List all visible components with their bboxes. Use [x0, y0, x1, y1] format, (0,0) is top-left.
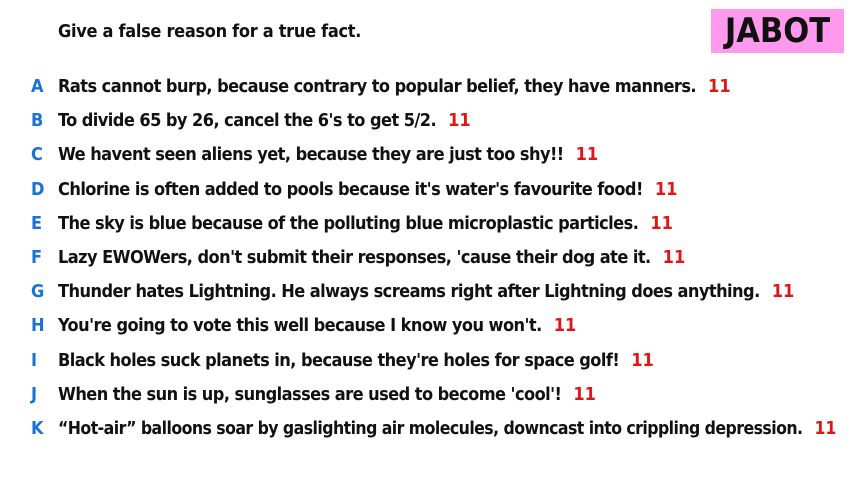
response-text-wrap: Rats cannot burp, because contrary to po… [58, 72, 731, 102]
response-count: 11 [573, 383, 596, 405]
response-letter: E [31, 212, 43, 234]
response-count: 11 [662, 246, 686, 268]
response-text: You're going to vote this well because I… [58, 315, 542, 337]
response-text: To divide 65 by 26, cancel the 6's to ge… [58, 110, 437, 132]
response-row-d: D Chlorine is often added to pools becau… [0, 175, 853, 209]
response-letter: D [31, 178, 45, 200]
response-list: A Rats cannot burp, because contrary to … [0, 72, 853, 448]
response-count: 11 [631, 349, 654, 371]
response-letter: C [31, 144, 43, 166]
prompt-text: Give a false reason for a true fact. [58, 21, 362, 42]
response-text-wrap: “Hot-air” balloons soar by gaslighting a… [58, 414, 836, 444]
response-letter: K [31, 417, 44, 439]
response-text-wrap: Chlorine is often added to pools because… [58, 175, 677, 205]
response-text: “Hot-air” balloons soar by gaslighting a… [58, 418, 803, 439]
response-text: When the sun is up, sunglasses are used … [58, 383, 562, 405]
response-letter: B [31, 110, 44, 132]
response-text-wrap: Thunder hates Lightning. He always screa… [58, 277, 794, 307]
response-text: The sky is blue because of the polluting… [58, 212, 639, 234]
response-row-i: I Black holes suck planets in, because t… [0, 346, 853, 380]
response-text: Black holes suck planets in, because the… [58, 349, 620, 371]
contestant-name-badge: JABOT [711, 9, 844, 53]
response-letter: G [31, 281, 45, 303]
response-count: 11 [814, 418, 837, 439]
response-letter: I [31, 349, 38, 371]
response-letter: H [31, 315, 45, 337]
response-text-wrap: To divide 65 by 26, cancel the 6's to ge… [58, 106, 471, 136]
response-count: 11 [708, 76, 731, 97]
response-text: Chlorine is often added to pools because… [58, 178, 643, 200]
response-text: We havent seen aliens yet, because they … [58, 144, 564, 166]
response-row-k: K “Hot-air” balloons soar by gaslighting… [0, 414, 853, 448]
response-text-wrap: Black holes suck planets in, because the… [58, 346, 654, 376]
response-row-h: H You're going to vote this well because… [0, 311, 853, 345]
response-row-c: C We havent seen aliens yet, because the… [0, 140, 853, 174]
response-count: 11 [654, 178, 678, 200]
response-text: Lazy EWOWers, don't submit their respons… [58, 246, 651, 268]
response-count: 11 [650, 212, 673, 234]
response-row-e: E The sky is blue because of the polluti… [0, 209, 853, 243]
response-count: 11 [448, 110, 471, 132]
response-count: 11 [771, 281, 795, 303]
response-text: Rats cannot burp, because contrary to po… [58, 76, 697, 97]
response-count: 11 [575, 144, 599, 166]
response-letter: F [31, 246, 43, 268]
response-text: Thunder hates Lightning. He always screa… [58, 281, 760, 303]
response-text-wrap: The sky is blue because of the polluting… [58, 209, 673, 239]
response-row-a: A Rats cannot burp, because contrary to … [0, 72, 853, 106]
response-letter: J [31, 383, 38, 405]
response-text-wrap: Lazy EWOWers, don't submit their respons… [58, 243, 685, 273]
response-row-j: J When the sun is up, sunglasses are use… [0, 380, 853, 414]
response-text-wrap: We havent seen aliens yet, because they … [58, 140, 598, 170]
response-text-wrap: You're going to vote this well because I… [58, 311, 576, 341]
response-letter: A [31, 76, 44, 97]
response-row-g: G Thunder hates Lightning. He always scr… [0, 277, 853, 311]
response-text-wrap: When the sun is up, sunglasses are used … [58, 380, 596, 410]
response-row-f: F Lazy EWOWers, don't submit their respo… [0, 243, 853, 277]
response-row-b: B To divide 65 by 26, cancel the 6's to … [0, 106, 853, 140]
response-count: 11 [553, 315, 577, 337]
